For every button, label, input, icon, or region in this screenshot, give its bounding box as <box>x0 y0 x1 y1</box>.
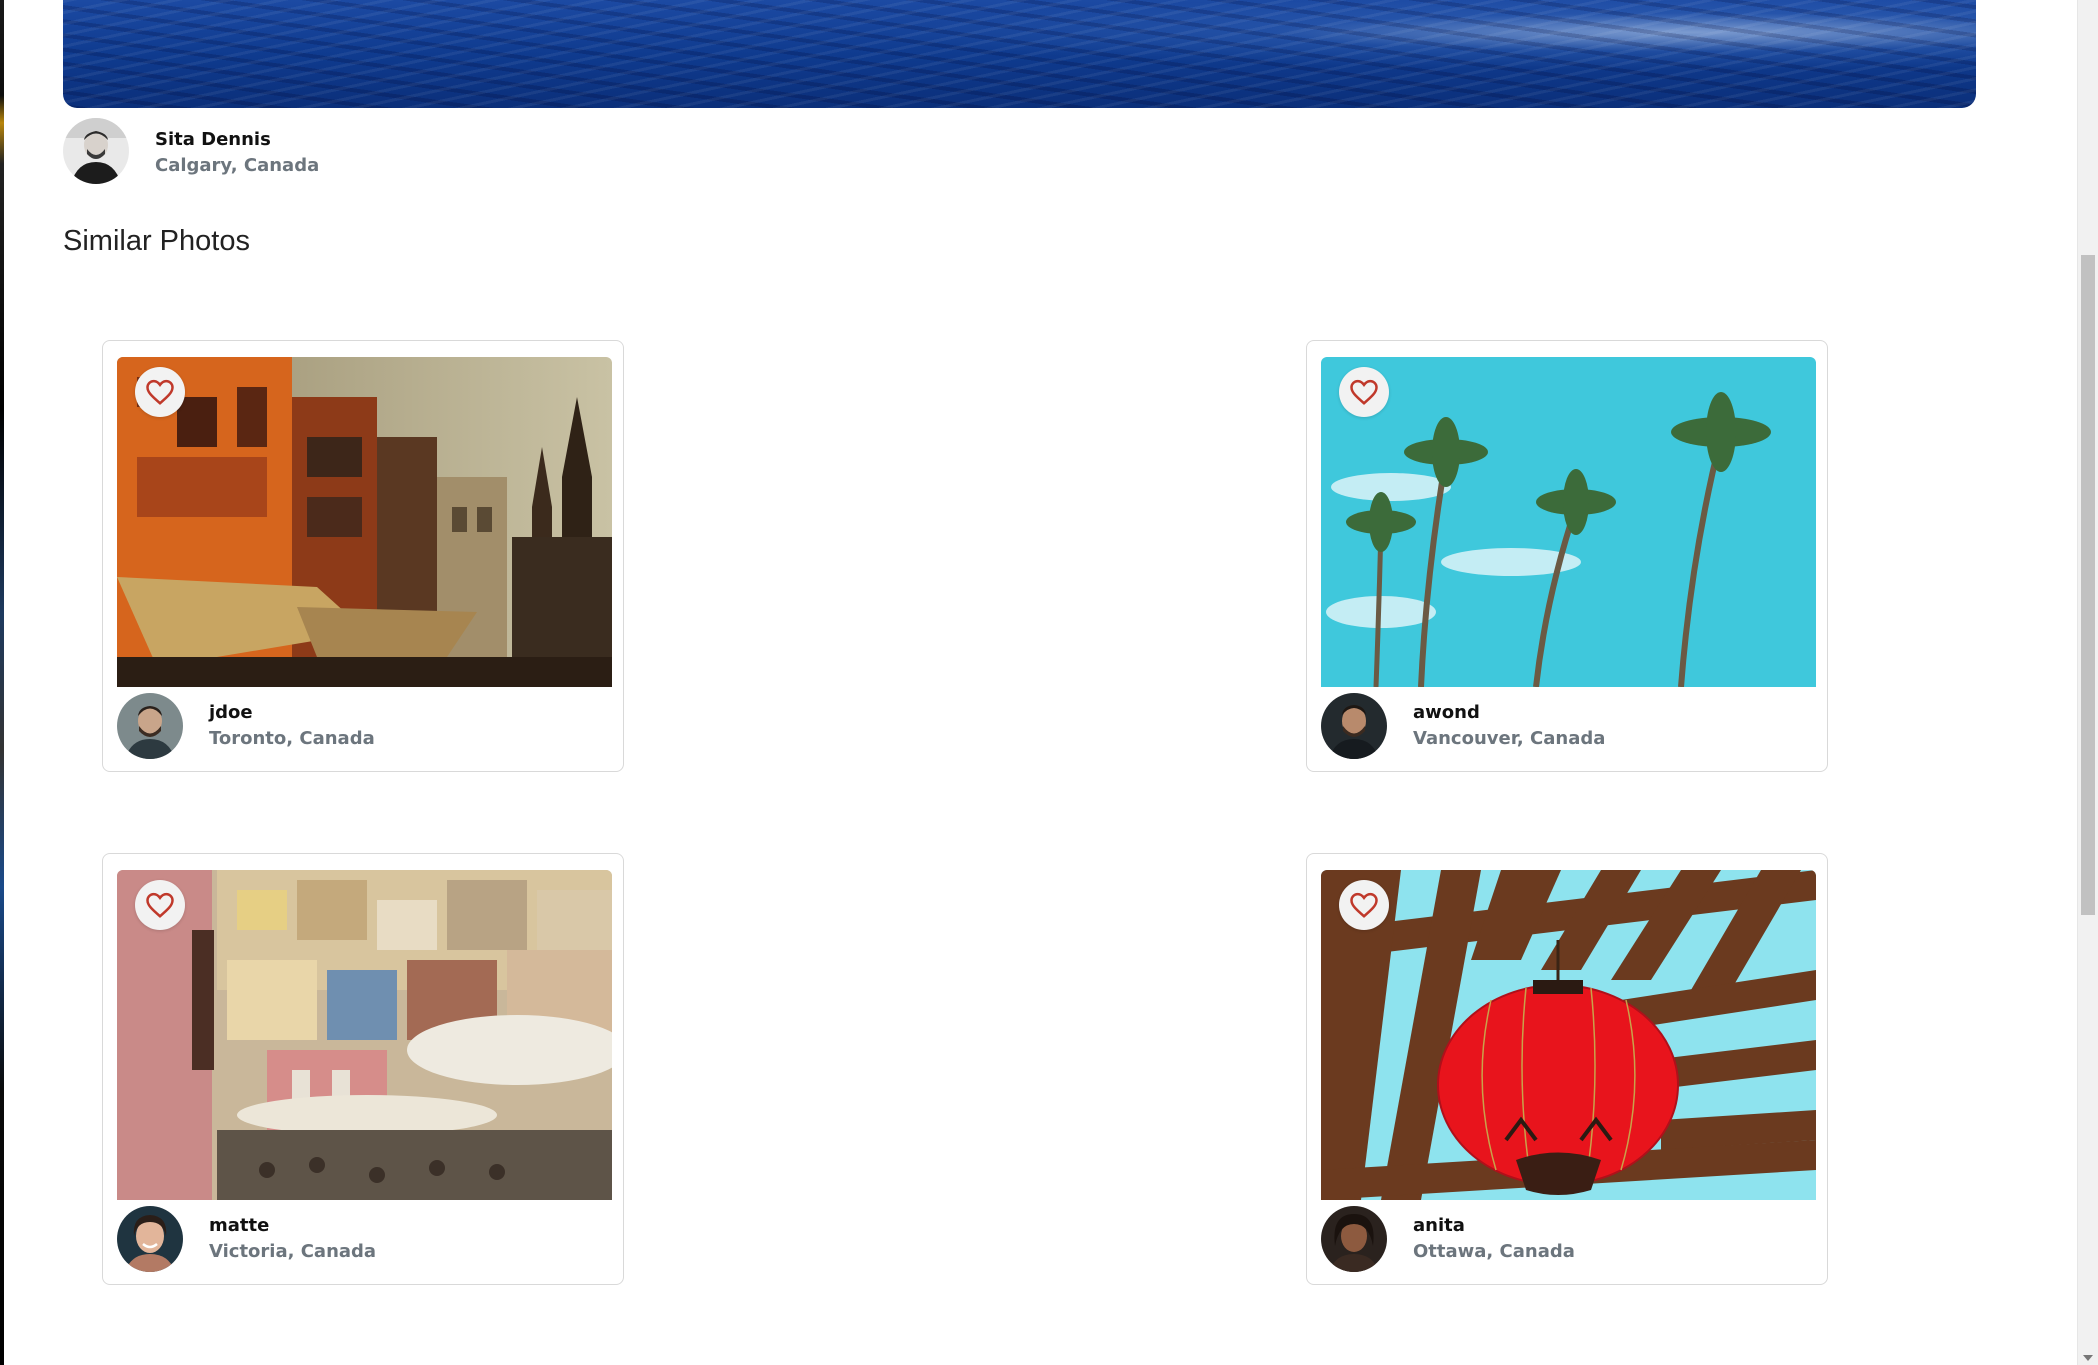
avatar <box>117 1206 183 1272</box>
favorite-button[interactable] <box>1339 880 1389 930</box>
main-photo <box>63 0 1976 108</box>
avatar <box>1321 693 1387 759</box>
avatar <box>117 693 183 759</box>
author-name: anita <box>1413 1215 1465 1236</box>
card-photo[interactable] <box>1321 870 1816 1200</box>
favorite-button[interactable] <box>135 367 185 417</box>
photo-card[interactable]: anita Ottawa, Canada <box>1306 853 1828 1285</box>
favorite-button[interactable] <box>1339 367 1389 417</box>
author-location: Vancouver, Canada <box>1413 728 1606 749</box>
author-location: Ottawa, Canada <box>1413 1241 1575 1262</box>
section-title: Similar Photos <box>63 225 250 257</box>
card-photo[interactable] <box>117 357 612 687</box>
author-name: jdoe <box>209 702 253 723</box>
author-location: Calgary, Canada <box>155 155 320 176</box>
card-author[interactable]: jdoe Toronto, Canada <box>117 693 375 759</box>
author-name: awond <box>1413 702 1480 723</box>
photo-card[interactable]: jdoe Toronto, Canada <box>102 340 624 772</box>
author-name: Sita Dennis <box>155 129 271 150</box>
heart-icon <box>146 379 174 405</box>
card-author[interactable]: anita Ottawa, Canada <box>1321 1206 1575 1272</box>
avatar <box>1321 1206 1387 1272</box>
photo-detail-page: Sita Dennis Calgary, Canada Similar Phot… <box>4 0 2077 1365</box>
card-photo[interactable] <box>1321 357 1816 687</box>
main-photo-author[interactable]: Sita Dennis Calgary, Canada <box>63 118 319 184</box>
heart-icon <box>146 892 174 918</box>
photo-card[interactable]: matte Victoria, Canada <box>102 853 624 1285</box>
heart-icon <box>1350 892 1378 918</box>
author-location: Toronto, Canada <box>209 728 375 749</box>
scroll-down-arrow-icon[interactable] <box>2083 1355 2093 1361</box>
card-author[interactable]: matte Victoria, Canada <box>117 1206 376 1272</box>
card-author[interactable]: awond Vancouver, Canada <box>1321 693 1605 759</box>
vertical-scrollbar[interactable] <box>2077 0 2098 1365</box>
scrollbar-thumb[interactable] <box>2081 255 2095 915</box>
author-name: matte <box>209 1215 270 1236</box>
card-photo[interactable] <box>117 870 612 1200</box>
photo-card[interactable]: awond Vancouver, Canada <box>1306 340 1828 772</box>
heart-icon <box>1350 379 1378 405</box>
favorite-button[interactable] <box>135 880 185 930</box>
author-location: Victoria, Canada <box>209 1241 377 1262</box>
avatar <box>63 118 129 184</box>
